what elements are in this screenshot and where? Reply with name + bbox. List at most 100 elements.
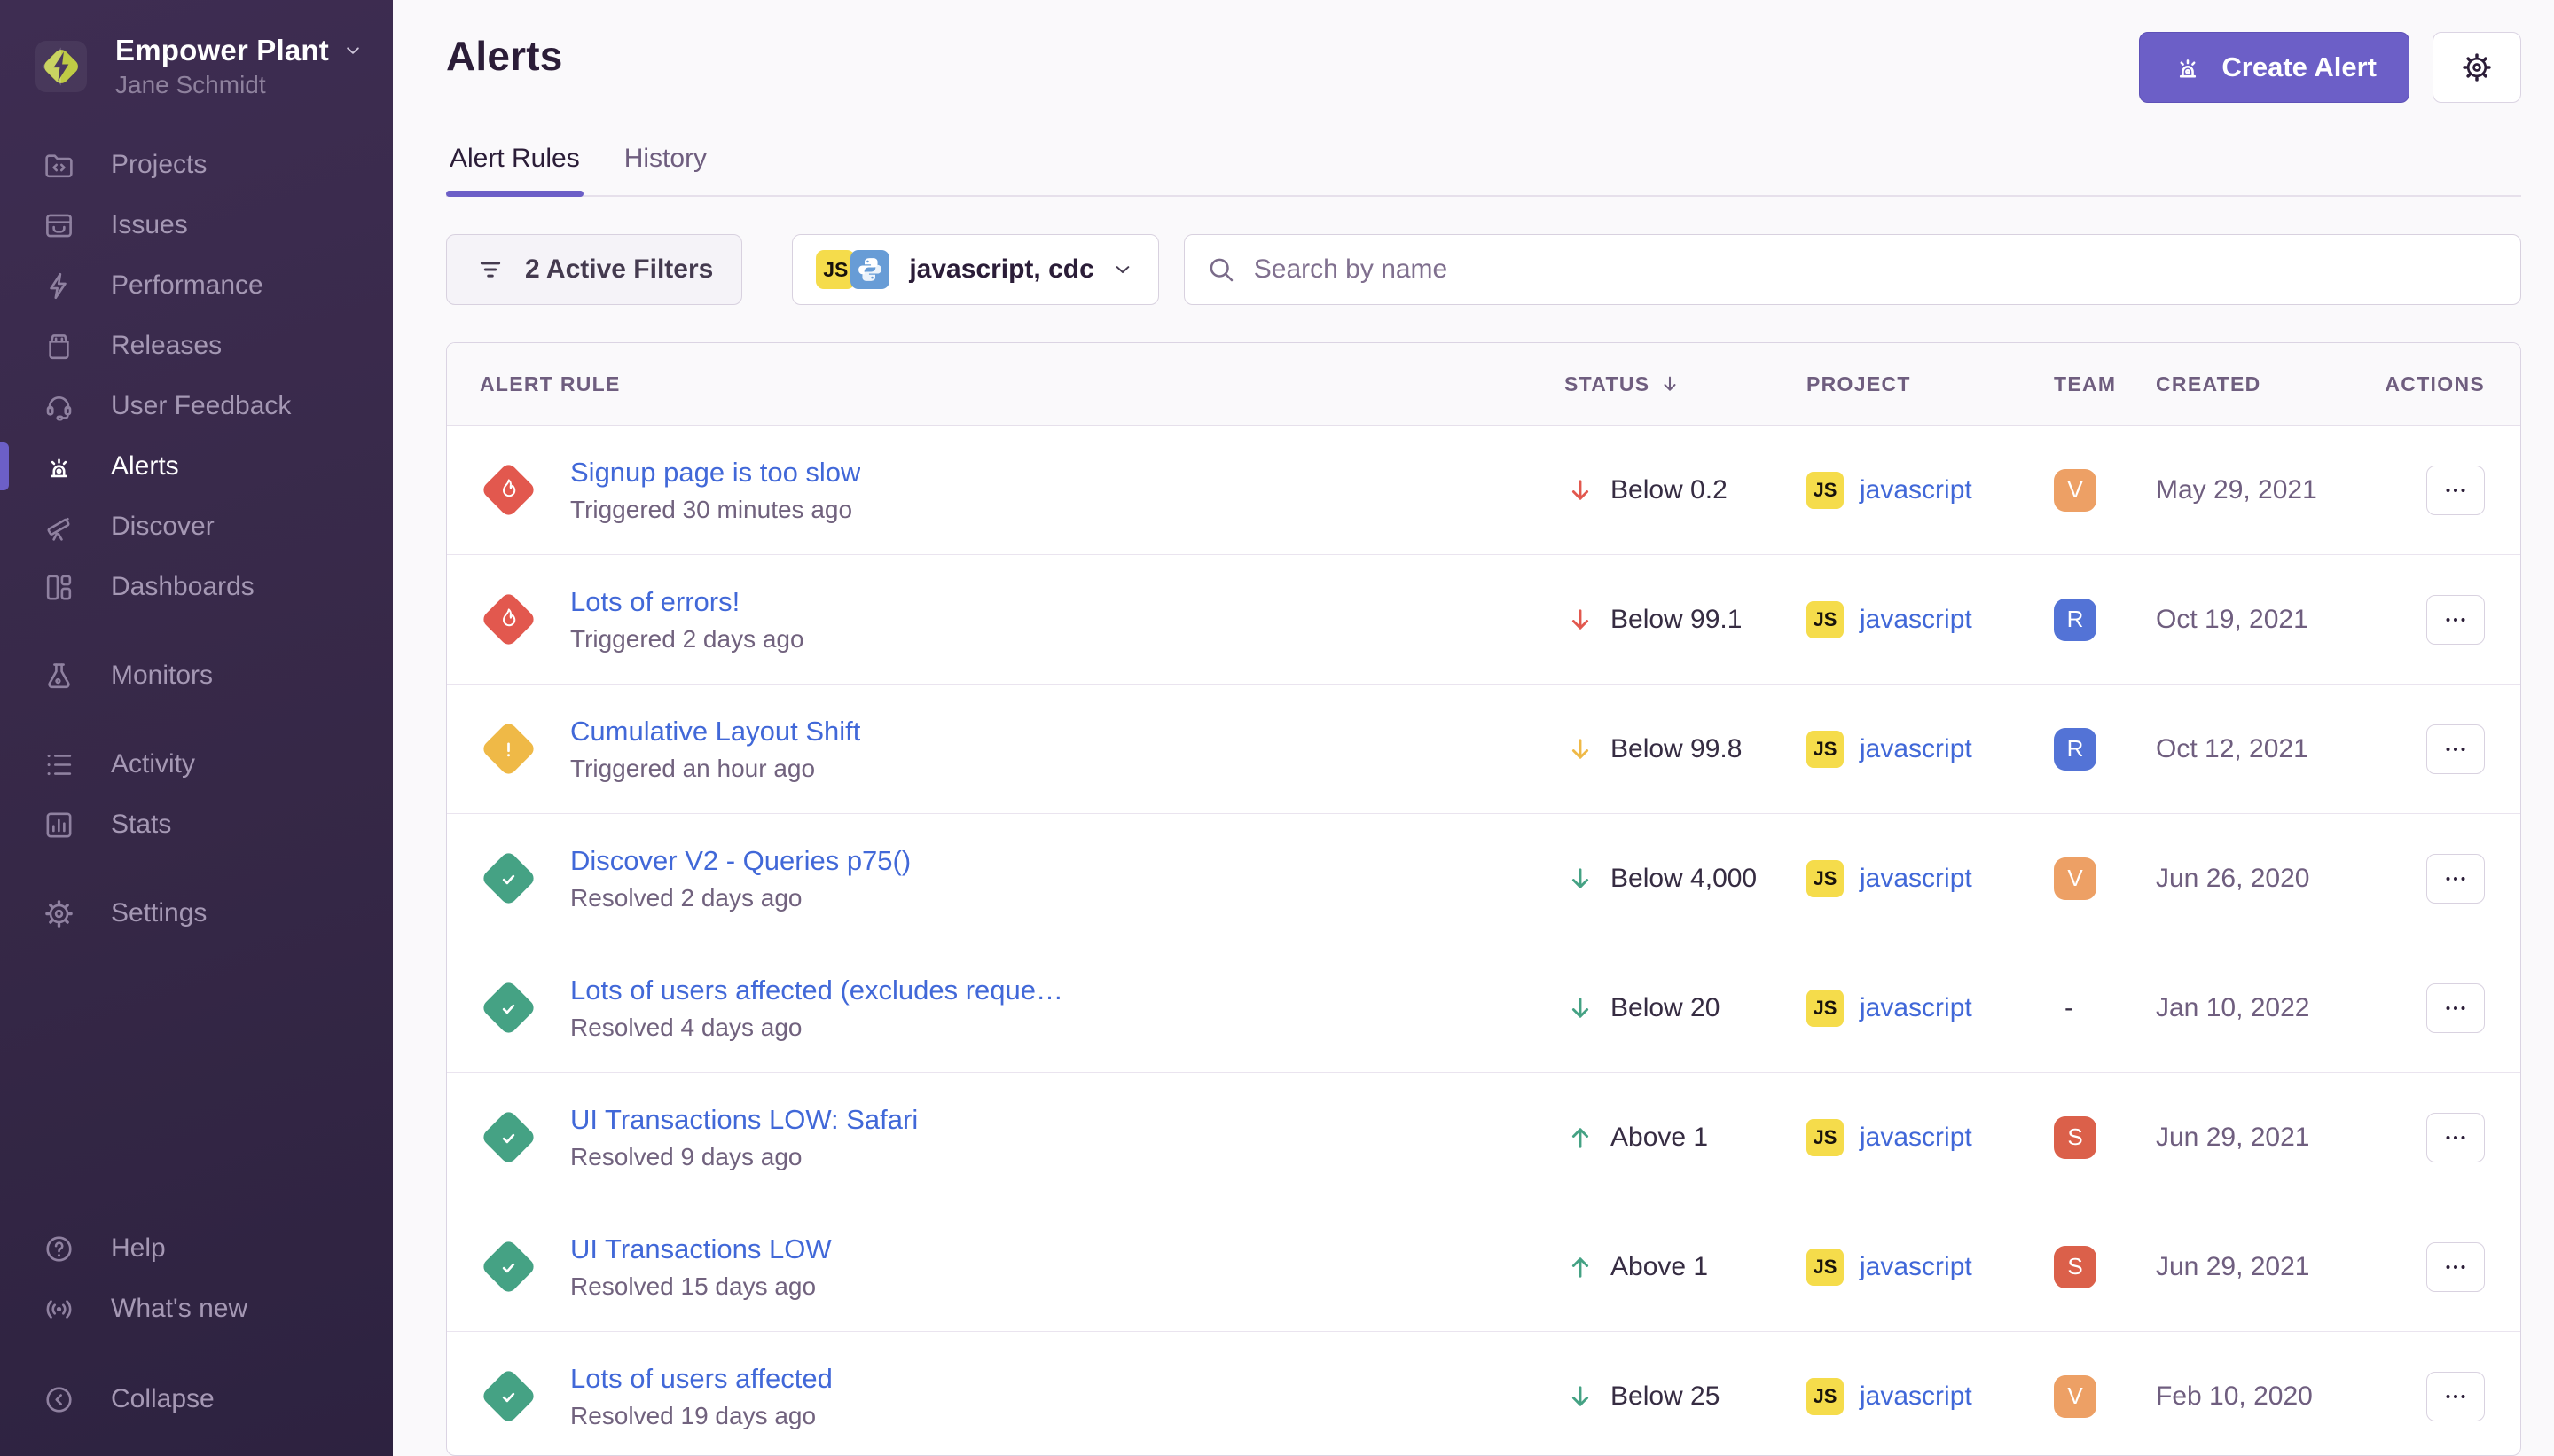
javascript-icon: JS [1806,860,1844,897]
project-link[interactable]: javascript [1860,993,1972,1023]
whats-new-icon [43,1293,75,1326]
create-alert-label: Create Alert [2221,51,2377,83]
sidebar-item-activity[interactable]: Activity [0,734,393,795]
active-filters-button[interactable]: 2 Active Filters [446,234,742,305]
table-row[interactable]: Lots of errors! Triggered 2 days ago Bel… [447,555,2520,685]
row-actions-button[interactable] [2426,1242,2485,1292]
javascript-icon: JS [1806,731,1844,768]
table-row[interactable]: Discover V2 - Queries p75() Resolved 2 d… [447,814,2520,943]
row-actions-button[interactable] [2426,724,2485,774]
alert-rules-table: ALERT RULESTATUSPROJECTTEAMCREATEDACTION… [446,342,2521,1456]
alert-rule-link[interactable]: UI Transactions LOW [570,1233,832,1265]
project-link[interactable]: javascript [1860,864,1972,894]
project-link[interactable]: javascript [1860,1123,1972,1153]
project-selector[interactable]: JS javascript, cdc [792,234,1158,305]
table-body: Signup page is too slow Triggered 30 min… [447,426,2520,1456]
sidebar-item-user-feedback[interactable]: User Feedback [0,376,393,436]
team-badge: V [2054,1375,2096,1418]
check-icon [494,1253,522,1281]
arrow-down-icon [1564,863,1596,895]
project-link[interactable]: javascript [1860,1382,1972,1412]
alert-rule-link[interactable]: Lots of users affected [570,1363,833,1395]
sidebar-item-projects[interactable]: Projects [0,135,393,195]
create-alert-button[interactable]: Create Alert [2139,32,2409,103]
sidebar-item-label: Projects [111,150,207,180]
sidebar-item-monitors[interactable]: Monitors [0,646,393,706]
sidebar-item-performance[interactable]: Performance [0,255,393,316]
sidebar-item-label: Issues [111,210,188,240]
sidebar-item-alerts[interactable]: Alerts [0,436,393,497]
sidebar-item-discover[interactable]: Discover [0,497,393,557]
sidebar-item-label: Settings [111,898,207,928]
alert-rule-link[interactable]: Cumulative Layout Shift [570,716,860,748]
sidebar-item-collapse[interactable]: Collapse [0,1369,393,1429]
tab-history[interactable]: History [621,144,710,195]
team-cell: V [2054,1375,2156,1418]
sidebar-item-label: Dashboards [111,572,255,602]
chevron-down-icon [341,39,364,62]
table-row[interactable]: Cumulative Layout Shift Triggered an hou… [447,685,2520,814]
team-cell: V [2054,857,2156,900]
alert-rule-link[interactable]: Signup page is too slow [570,457,860,489]
column-header-status[interactable]: STATUS [1564,372,1806,396]
team-none: - [2054,993,2073,1023]
arrow-down-icon [1564,1381,1596,1413]
sidebar-item-dashboards[interactable]: Dashboards [0,557,393,617]
project-link[interactable]: javascript [1860,605,1972,635]
table-row[interactable]: Lots of users affected (excludes reque… … [447,943,2520,1073]
sidebar-item-label: What's new [111,1294,247,1324]
table-row[interactable]: UI Transactions LOW Resolved 15 days ago… [447,1202,2520,1332]
table-row[interactable]: Signup page is too slow Triggered 30 min… [447,426,2520,555]
sidebar-item-stats[interactable]: Stats [0,795,393,855]
table-row[interactable]: Lots of users affected Resolved 19 days … [447,1332,2520,1456]
sidebar-item-help[interactable]: Help [0,1218,393,1279]
team-cell: R [2054,599,2156,641]
team-cell: - [2054,993,2156,1023]
alert-rule-link[interactable]: UI Transactions LOW: Safari [570,1104,918,1136]
alert-status-icon [480,1239,537,1296]
alert-rule-subtitle: Resolved 2 days ago [570,884,911,912]
table-row[interactable]: UI Transactions LOW: Safari Resolved 9 d… [447,1073,2520,1202]
column-header-created: CREATED [2156,372,2361,396]
javascript-icon: JS [816,250,855,289]
search-input[interactable] [1184,234,2521,305]
created-date: Jun 29, 2021 [2156,1252,2361,1282]
alerts-icon [43,450,75,483]
row-actions-button[interactable] [2426,854,2485,904]
row-actions-button[interactable] [2426,466,2485,515]
tab-alert-rules[interactable]: Alert Rules [446,144,584,195]
row-actions-button[interactable] [2426,1113,2485,1162]
javascript-icon: JS [1806,990,1844,1027]
created-date: May 29, 2021 [2156,475,2361,505]
row-actions-button[interactable] [2426,983,2485,1033]
sidebar-footer: Help What's new Collapse [0,1218,393,1429]
column-header-team: TEAM [2054,372,2156,396]
org-logo-icon [37,43,85,90]
project-link[interactable]: javascript [1860,1252,1972,1282]
sidebar-item-whats-new[interactable]: What's new [0,1279,393,1339]
table-header: ALERT RULESTATUSPROJECTTEAMCREATEDACTION… [447,343,2520,426]
sidebar-item-releases[interactable]: Releases [0,316,393,376]
active-filters-label: 2 Active Filters [525,254,713,285]
alert-rule-link[interactable]: Lots of users affected (excludes reque… [570,975,1063,1006]
sort-arrow-icon [1658,372,1681,395]
chevron-down-icon [1110,257,1135,282]
alert-settings-button[interactable] [2433,32,2521,103]
row-actions-button[interactable] [2426,1372,2485,1421]
project-link[interactable]: javascript [1860,734,1972,764]
sidebar-item-issues[interactable]: Issues [0,195,393,255]
org-logo [35,41,87,92]
sidebar-item-label: Collapse [111,1384,215,1414]
org-switcher[interactable]: Empower Plant Jane Schmidt [0,34,393,99]
sidebar-item-settings[interactable]: Settings [0,883,393,943]
alert-status-icon [480,1368,537,1425]
user-name: Jane Schmidt [115,71,364,99]
sidebar-item-label: Alerts [111,451,179,481]
column-header-label: PROJECT [1806,372,1911,396]
alert-rule-link[interactable]: Discover V2 - Queries p75() [570,845,911,877]
alert-rule-link[interactable]: Lots of errors! [570,586,804,618]
row-actions-button[interactable] [2426,595,2485,645]
created-date: Jan 10, 2022 [2156,993,2361,1023]
alert-rule-subtitle: Resolved 9 days ago [570,1143,918,1171]
project-link[interactable]: javascript [1860,475,1972,505]
